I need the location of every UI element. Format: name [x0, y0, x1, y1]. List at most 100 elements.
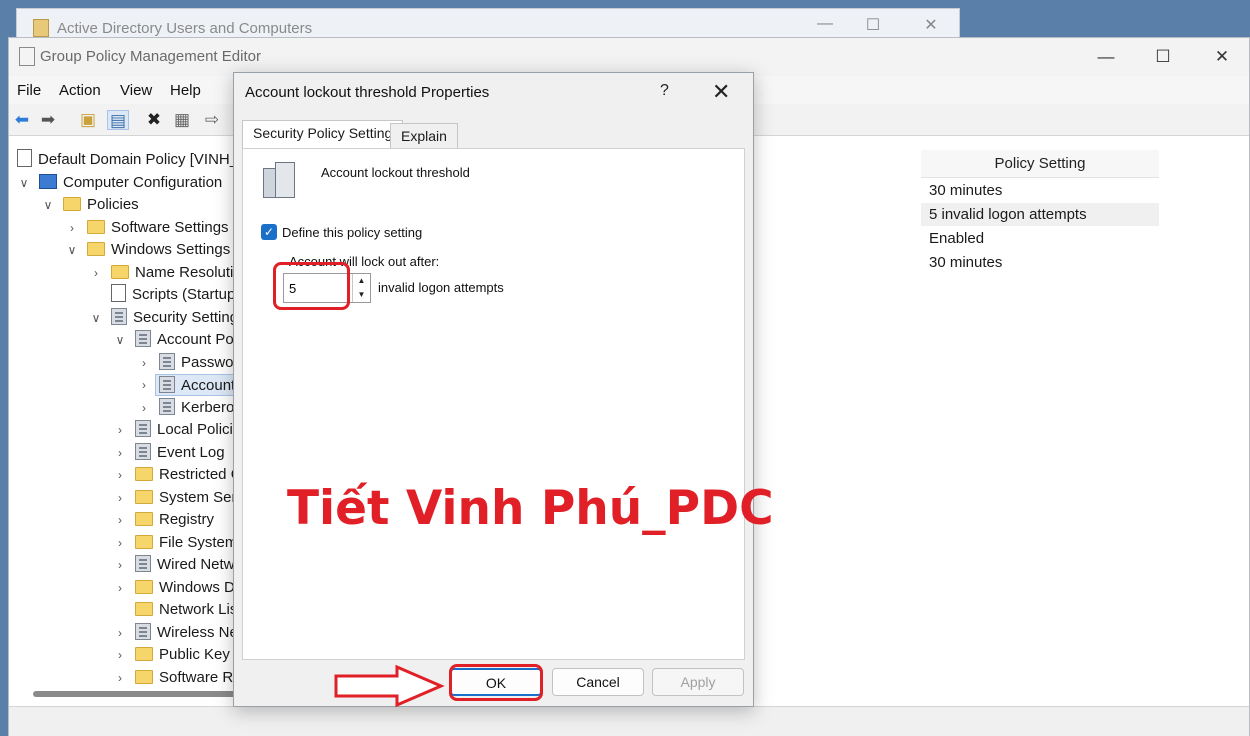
chevron-down-icon[interactable]: ∨	[41, 198, 55, 212]
tree-item-public-key-policies[interactable]: Public Key P	[135, 644, 241, 666]
arrow-annotation-icon	[334, 664, 445, 708]
folder-icon	[111, 265, 129, 279]
chevron-right-icon[interactable]: ›	[113, 648, 127, 662]
chevron-down-icon[interactable]: ∨	[113, 333, 127, 347]
ok-highlight-annotation	[449, 664, 543, 701]
policy-icon	[135, 330, 151, 347]
chevron-right-icon[interactable]: ›	[113, 626, 127, 640]
properties-dialog: Account lockout threshold Properties ? ✕…	[233, 72, 754, 707]
chevron-right-icon[interactable]: ›	[113, 671, 127, 685]
maximize-icon[interactable]: ☐	[853, 15, 893, 35]
chevron-down-icon[interactable]: ∨	[89, 311, 103, 325]
tree-item-network-list[interactable]: Network Lis	[135, 599, 237, 621]
stepper-up-icon[interactable]: ▲	[353, 274, 370, 288]
tree-item-wireless-network[interactable]: Wireless Ne	[135, 622, 238, 644]
value-highlight-annotation	[273, 262, 350, 310]
chevron-right-icon[interactable]: ›	[137, 401, 151, 415]
tree-item-kerberos-policy[interactable]: Kerbero	[159, 397, 234, 419]
tree-item-registry[interactable]: Registry	[135, 509, 214, 531]
list-item-selected[interactable]: 5 invalid logon attempts	[921, 203, 1159, 226]
chevron-right-icon[interactable]: ›	[113, 491, 127, 505]
menu-action[interactable]: Action	[59, 82, 101, 99]
column-header-policy-setting[interactable]: Policy Setting	[921, 150, 1159, 178]
tree-item-policies[interactable]: Policies	[63, 194, 139, 216]
minimize-button[interactable]: —	[1083, 44, 1129, 70]
export-list-icon[interactable]: ⇨	[201, 110, 223, 130]
tree-item-security-settings[interactable]: Security Setting	[111, 307, 238, 329]
tree-item-wired-network[interactable]: Wired Netw	[135, 554, 235, 576]
tree-item-windows-settings[interactable]: Windows Settings	[87, 239, 230, 261]
chevron-right-icon[interactable]: ›	[113, 446, 127, 460]
chevron-right-icon[interactable]: ›	[113, 581, 127, 595]
define-policy-checkbox[interactable]: ✓	[261, 224, 277, 240]
tree-item-account-policies[interactable]: Account Pol	[135, 329, 237, 351]
tree-item-file-system[interactable]: File System	[135, 532, 237, 554]
maximize-button[interactable]: ☐	[1140, 44, 1186, 70]
menu-file[interactable]: File	[17, 82, 41, 99]
chevron-right-icon[interactable]: ›	[137, 356, 151, 370]
tree-item-name-resolution[interactable]: Name Resolutic	[111, 262, 241, 284]
chevron-right-icon[interactable]: ›	[89, 266, 103, 280]
chevron-down-icon[interactable]: ∨	[65, 243, 79, 257]
tree-item-password-policy[interactable]: Passwor	[159, 352, 239, 374]
close-button[interactable]: ✕	[1199, 44, 1245, 70]
dialog-title: Account lockout threshold Properties	[245, 84, 490, 101]
chevron-right-icon[interactable]: ›	[65, 221, 79, 235]
minimize-icon[interactable]: —	[805, 15, 845, 33]
define-policy-label[interactable]: Define this policy setting	[282, 225, 422, 240]
tree-item-restricted-groups[interactable]: Restricted G	[135, 464, 241, 486]
tree-item-local-policies[interactable]: Local Policie	[135, 419, 241, 441]
tree-item-gpo[interactable]: Default Domain Policy [VINH_	[17, 149, 238, 171]
tree-item-software-restriction[interactable]: Software Re	[135, 667, 241, 689]
chevron-right-icon[interactable]: ›	[137, 378, 151, 392]
up-folder-icon[interactable]: ▣	[77, 110, 99, 130]
tree-pane: Default Domain Policy [VINH_ ∨ Computer …	[9, 138, 241, 698]
list-item[interactable]: 30 minutes	[921, 179, 1159, 202]
list-item[interactable]: Enabled	[921, 227, 1159, 250]
dialog-close-button[interactable]: ✕	[712, 79, 730, 105]
chevron-right-icon[interactable]: ›	[113, 558, 127, 572]
script-icon	[111, 284, 126, 302]
tree-item-event-log[interactable]: Event Log	[135, 442, 225, 464]
back-arrow-icon[interactable]: ⬅	[11, 110, 33, 130]
cancel-button[interactable]: Cancel	[552, 668, 644, 696]
tree-item-windows-defender[interactable]: Windows D	[135, 577, 235, 599]
locked-folder-icon	[135, 535, 153, 549]
close-icon[interactable]: ✕	[911, 15, 951, 35]
tree-item-computer-configuration[interactable]: Computer Configuration	[39, 172, 222, 194]
apply-button[interactable]: Apply	[652, 668, 744, 696]
menu-view[interactable]: View	[120, 82, 152, 99]
network-icon	[135, 555, 151, 572]
delete-icon[interactable]: ✖	[143, 110, 165, 130]
tree-item-account-lockout-policy[interactable]: Account	[155, 374, 241, 396]
list-item[interactable]: 30 minutes	[921, 251, 1159, 274]
locked-folder-icon	[135, 512, 153, 526]
help-button[interactable]: ?	[660, 82, 669, 100]
menu-help[interactable]: Help	[170, 82, 201, 99]
chevron-right-icon[interactable]: ›	[113, 423, 127, 437]
folder-icon	[135, 580, 153, 594]
chevron-right-icon[interactable]: ›	[113, 536, 127, 550]
tree-item-software-settings[interactable]: Software Settings	[87, 217, 229, 239]
tab-explain[interactable]: Explain	[390, 123, 458, 149]
security-settings-icon	[111, 308, 127, 325]
stepper-down-icon[interactable]: ▼	[353, 288, 370, 302]
chevron-right-icon[interactable]: ›	[113, 468, 127, 482]
folder-icon	[87, 242, 105, 256]
watermark-text: Tiết Vinh Phú_PDC	[287, 481, 774, 536]
background-window-title: Active Directory Users and Computers	[57, 20, 313, 37]
computer-icon	[39, 174, 57, 189]
status-bar	[9, 706, 1249, 736]
tab-security-policy-setting[interactable]: Security Policy Setting	[242, 120, 404, 149]
properties-icon[interactable]: ▦	[171, 110, 193, 130]
policy-icon	[159, 376, 175, 393]
horizontal-scrollbar[interactable]	[33, 691, 241, 697]
tree-item-scripts[interactable]: Scripts (Startup	[111, 284, 235, 306]
forward-arrow-icon[interactable]: ➡	[37, 110, 59, 130]
show-hide-tree-icon[interactable]: ▤	[107, 110, 129, 130]
tree-item-system-services[interactable]: System Serv	[135, 487, 241, 509]
event-log-icon	[135, 443, 151, 460]
chevron-down-icon[interactable]: ∨	[17, 176, 31, 190]
chevron-right-icon[interactable]: ›	[113, 513, 127, 527]
policy-document-icon	[17, 149, 32, 167]
